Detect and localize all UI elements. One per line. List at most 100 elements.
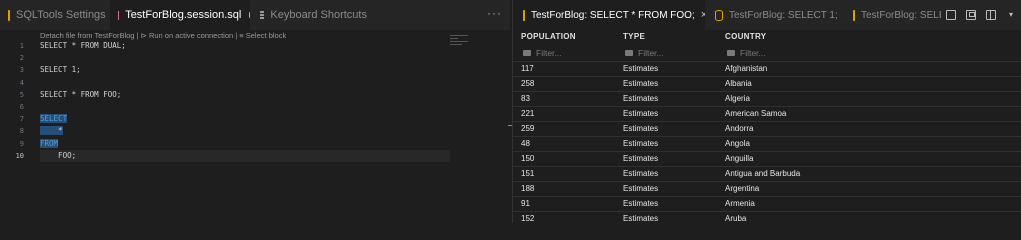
line-number: 1: [19, 42, 24, 50]
table-row[interactable]: 83 Estimates Algeria: [513, 91, 1021, 106]
results-filter-row: Filter... Filter... Filter...: [513, 45, 1021, 60]
line-number: 5: [19, 90, 24, 99]
filter-type[interactable]: Filter...: [625, 45, 664, 60]
cell-type: Estimates: [623, 214, 659, 223]
results-table-body: 117 Estimates Afghanistan 258 Estimates Alba…: [513, 61, 1021, 226]
cell-country: Angola: [725, 139, 750, 148]
column-header-type[interactable]: TYPE: [623, 32, 645, 41]
line-number: 9: [19, 139, 24, 148]
cell-type: Estimates: [623, 109, 659, 118]
cell-type: Estimates: [623, 199, 659, 208]
cell-population: 151: [521, 169, 535, 178]
codelens[interactable]: Detach file from TestForBlog | ⊳ Run on …: [40, 31, 286, 40]
cell-country: Albania: [725, 79, 752, 88]
code-line[interactable]: SELECT * FROM FOO;: [40, 89, 450, 101]
sql-editor-group: SQLTools Settings TestForBlog.session.sq…: [0, 0, 513, 223]
minimap[interactable]: [450, 35, 502, 49]
cell-type: Estimates: [623, 154, 659, 163]
cell-population: 83: [521, 94, 530, 103]
cell-country: Argentina: [725, 184, 760, 193]
cell-country: Aruba: [725, 214, 747, 223]
more-actions-icon[interactable]: ···: [487, 6, 502, 20]
tab-sqltools-settings[interactable]: SQLTools Settings: [0, 0, 106, 30]
filter-population[interactable]: Filter...: [523, 45, 562, 60]
cell-population: 258: [521, 79, 535, 88]
line-number: 10: [15, 151, 24, 160]
cell-population: 152: [521, 214, 535, 223]
split-editor-icon[interactable]: [986, 10, 996, 20]
cell-country: Andorra: [725, 124, 754, 133]
editor-actions: ▾: [941, 0, 1021, 30]
table-row[interactable]: 117 Estimates Afghanistan: [513, 61, 1021, 76]
code-line[interactable]: SELECT * FROM DUAL;: [40, 40, 450, 52]
results-header: POPULATION TYPE COUNTRY: [513, 30, 1021, 44]
code-editor[interactable]: SELECT * FROM DUAL; SELECT 1; SELECT * F…: [40, 40, 450, 162]
cell-type: Estimates: [623, 169, 659, 178]
table-row[interactable]: 48 Estimates Angola: [513, 136, 1021, 151]
tab-result-select-1[interactable]: TestForBlog: SELECT 1;: [705, 0, 843, 30]
cell-population: 221: [521, 109, 535, 118]
line-number: 2: [19, 54, 24, 63]
sql-file-icon: [118, 10, 120, 20]
table-row[interactable]: 258 Estimates Albania: [513, 76, 1021, 91]
filter-icon: [625, 49, 633, 56]
database-icon: [853, 9, 855, 21]
unsaved-dot-icon[interactable]: [249, 12, 250, 18]
cell-type: Estimates: [623, 64, 659, 73]
open-preview-icon[interactable]: [946, 10, 956, 20]
table-row[interactable]: 221 Estimates American Samoa: [513, 106, 1021, 121]
cell-population: 150: [521, 154, 535, 163]
filter-country[interactable]: Filter...: [727, 45, 766, 60]
database-icon: [715, 9, 723, 21]
cell-country: Antigua and Barbuda: [725, 169, 801, 178]
cell-type: Estimates: [623, 139, 659, 148]
cell-country: Anguilla: [725, 154, 754, 163]
table-row[interactable]: 91 Estimates Armenia: [513, 196, 1021, 211]
column-header-country[interactable]: COUNTRY: [725, 32, 766, 41]
cell-type: Estimates: [623, 124, 659, 133]
keyboard-icon: [260, 11, 265, 19]
table-row[interactable]: 151 Estimates Antigua and Barbuda: [513, 166, 1021, 181]
save-results-icon[interactable]: [966, 10, 976, 20]
line-number: 6: [19, 102, 24, 111]
code-line[interactable]: [40, 77, 450, 89]
database-icon: [8, 9, 10, 21]
line-number-gutter: 1 2 3 4 5 6 7 8 9 10: [0, 40, 24, 162]
cell-population: 259: [521, 124, 535, 133]
column-header-population[interactable]: POPULATION: [521, 32, 576, 41]
cell-country: Algeria: [725, 94, 750, 103]
cell-country: American Samoa: [725, 109, 787, 118]
code-line[interactable]: FROM: [40, 138, 450, 150]
line-number: 4: [19, 78, 24, 87]
table-row[interactable]: 150 Estimates Anguilla: [513, 151, 1021, 166]
table-row[interactable]: 152 Estimates Aruba: [513, 211, 1021, 226]
line-number: 8: [19, 127, 24, 136]
tab-session-sql[interactable]: TestForBlog.session.sql: [110, 0, 250, 30]
cell-population: 91: [521, 199, 530, 208]
filter-icon: [727, 49, 735, 56]
tab-result-select[interactable]: TestForBlog: SELECT: [843, 0, 943, 30]
cell-type: Estimates: [623, 184, 659, 193]
results-editor-group: TestForBlog: SELECT * FROM FOO; × TestFo…: [512, 0, 1021, 223]
editor-tab-bar: SQLTools Settings TestForBlog.session.sq…: [0, 0, 510, 30]
code-line-current[interactable]: FOO;: [40, 149, 450, 162]
code-line[interactable]: [40, 101, 450, 113]
table-row[interactable]: 259 Estimates Andorra: [513, 121, 1021, 136]
cell-country: Armenia: [725, 199, 755, 208]
filter-icon: [523, 49, 531, 56]
table-row[interactable]: 188 Estimates Argentina: [513, 181, 1021, 196]
chevron-down-icon[interactable]: ▾: [1006, 10, 1016, 20]
code-line[interactable]: *: [40, 125, 450, 137]
code-line[interactable]: SELECT: [40, 113, 450, 125]
cell-type: Estimates: [623, 94, 659, 103]
cell-type: Estimates: [623, 79, 659, 88]
tab-keyboard-shortcuts[interactable]: Keyboard Shortcuts: [252, 0, 367, 30]
code-line[interactable]: [40, 52, 450, 64]
cell-population: 48: [521, 139, 530, 148]
cell-country: Afghanistan: [725, 64, 768, 73]
vertical-scrollbar[interactable]: [505, 35, 509, 223]
tab-result-select-foo[interactable]: TestForBlog: SELECT * FROM FOO; ×: [513, 0, 705, 30]
code-line[interactable]: SELECT 1;: [40, 64, 450, 76]
database-icon: [523, 9, 525, 21]
line-number: 7: [19, 115, 24, 124]
